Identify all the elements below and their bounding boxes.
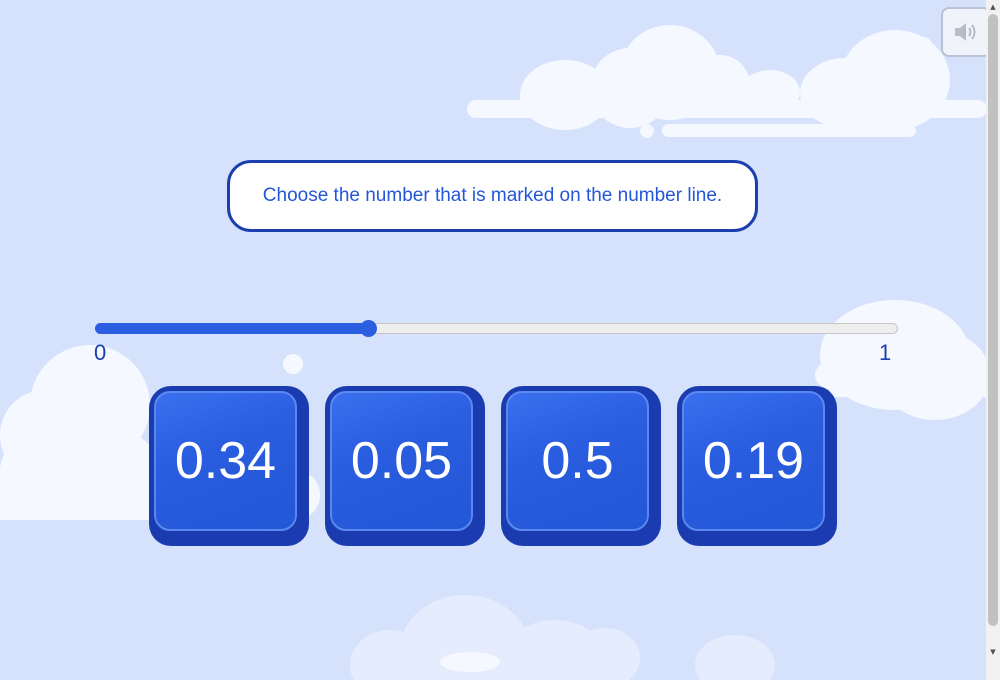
question-prompt-box: Choose the number that is marked on the … — [227, 160, 758, 232]
answer-choice-label: 0.5 — [541, 432, 614, 490]
number-line-min-label: 0 — [94, 340, 107, 365]
game-stage: Choose the number that is marked on the … — [0, 0, 1000, 680]
answer-choice-label: 0.19 — [702, 432, 805, 490]
number-line-max-label: 1 — [879, 340, 892, 365]
number-line — [95, 320, 898, 337]
number-line-fill — [95, 323, 368, 334]
number-line-marker — [360, 320, 377, 337]
scrollbar-thumb[interactable] — [988, 14, 998, 626]
scroll-up-arrow-icon[interactable]: ▲ — [986, 0, 1000, 14]
answer-choice-button[interactable]: 0.05 — [325, 386, 485, 546]
vertical-scrollbar[interactable]: ▲ ▼ — [986, 0, 1000, 680]
speaker-icon — [955, 23, 976, 41]
answer-choice-button[interactable]: 0.19 — [677, 386, 837, 546]
sound-button[interactable] — [941, 7, 991, 57]
answer-choice-button[interactable]: 0.5 — [501, 386, 661, 546]
answer-choice-label: 0.34 — [174, 432, 277, 490]
answer-choice-label: 0.05 — [350, 432, 453, 490]
answer-choice-button[interactable]: 0.34 — [149, 386, 309, 546]
question-prompt: Choose the number that is marked on the … — [262, 185, 723, 206]
scroll-down-arrow-icon[interactable]: ▼ — [986, 645, 1000, 659]
